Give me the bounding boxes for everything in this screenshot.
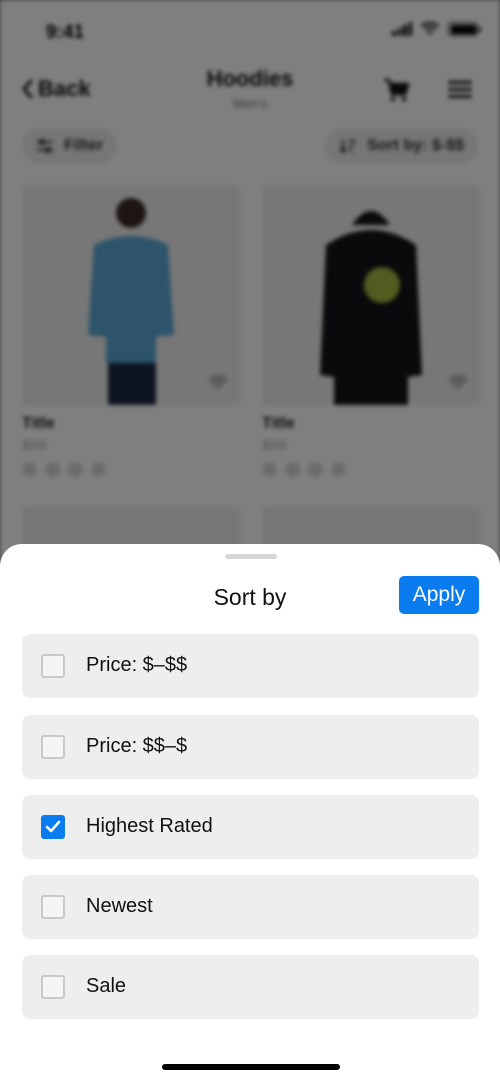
- checkbox[interactable]: [41, 735, 65, 759]
- checkbox[interactable]: [41, 895, 65, 919]
- checkbox[interactable]: [41, 975, 65, 999]
- apply-button[interactable]: Apply: [399, 576, 479, 614]
- sort-option-newest[interactable]: Newest: [22, 875, 479, 939]
- checkbox-checked[interactable]: [41, 815, 65, 839]
- sort-option-label: Price: $–$$: [86, 654, 188, 676]
- sort-option-label: Highest Rated: [86, 815, 213, 837]
- sort-option-label: Price: $$–$: [86, 735, 188, 757]
- sort-option-label: Sale: [86, 975, 127, 997]
- sort-option-price-high-low[interactable]: Price: $$–$: [22, 715, 479, 779]
- sort-option-sale[interactable]: Sale: [22, 955, 479, 1019]
- home-indicator[interactable]: [162, 1064, 340, 1070]
- sort-option-label: Newest: [86, 895, 153, 917]
- sort-bottom-sheet: Sort by Apply Price: $–$$ Price: $$–$ Hi…: [0, 544, 500, 1083]
- sort-option-highest-rated[interactable]: Highest Rated: [22, 795, 479, 859]
- sheet-grabber[interactable]: [225, 554, 277, 559]
- sort-option-price-low-high[interactable]: Price: $–$$: [22, 634, 479, 698]
- checkbox[interactable]: [41, 654, 65, 678]
- checkmark-icon: [45, 820, 61, 833]
